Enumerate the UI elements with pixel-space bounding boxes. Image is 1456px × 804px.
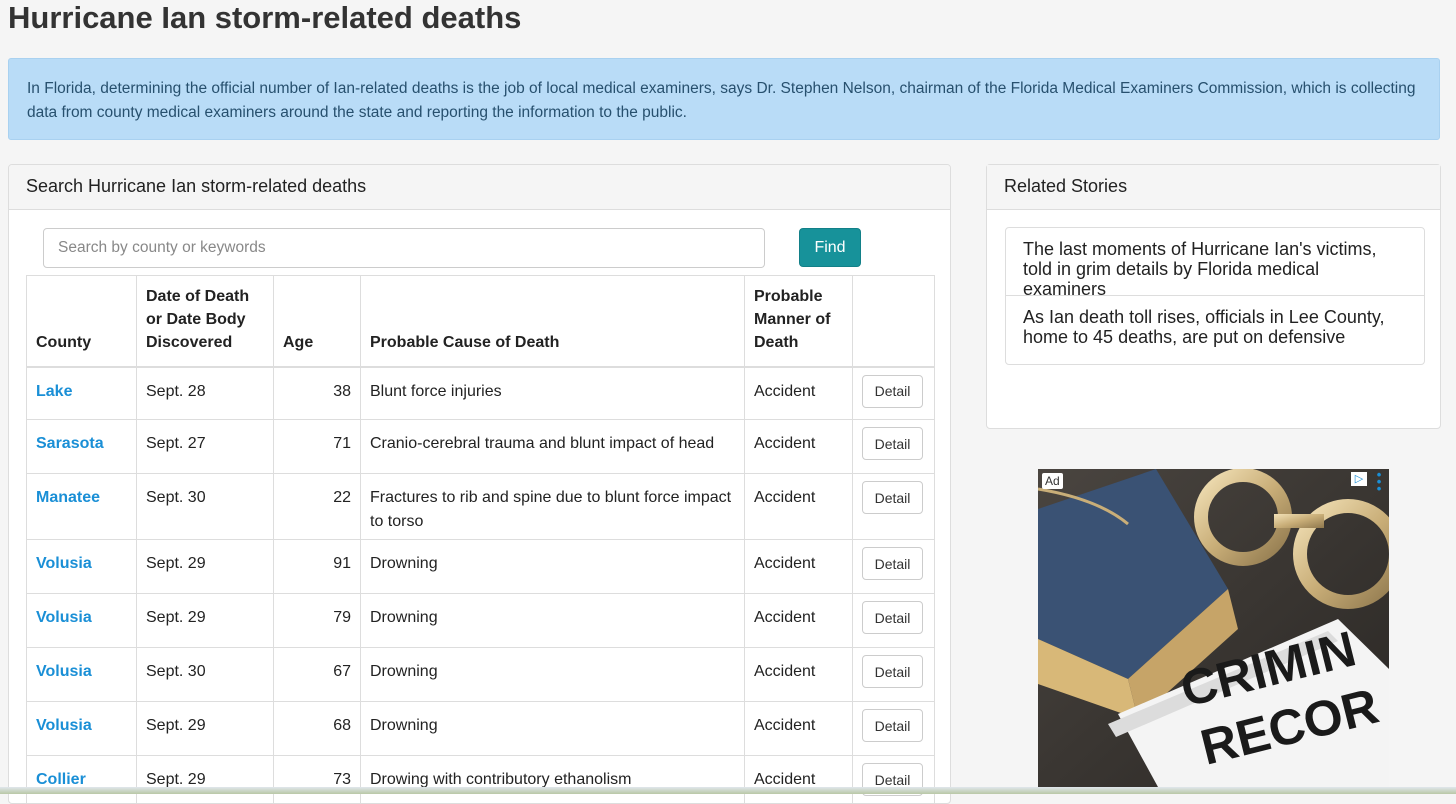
date-cell: Sept. 30 [137,474,274,540]
related-story-link[interactable]: As Ian death toll rises, officials in Le… [1006,296,1424,364]
manner-cell: Accident [745,702,853,756]
find-button[interactable]: Find [799,228,861,267]
county-link[interactable]: Manatee [36,489,100,506]
search-input[interactable] [43,228,765,268]
county-link[interactable]: Volusia [36,609,92,626]
age-cell: 71 [274,420,361,474]
search-panel: Search Hurricane Ian storm-related death… [8,164,951,804]
table-header-row: County Date of Death or Date Body Discov… [27,276,935,367]
manner-cell: Accident [745,594,853,648]
col-header-cause: Probable Cause of Death [361,276,745,367]
col-header-actions [853,276,935,367]
col-header-county: County [27,276,137,367]
manner-cell: Accident [745,367,853,420]
table-row: Lake Sept. 28 38 Blunt force injuries Ac… [27,367,935,420]
table-row: Collier Sept. 29 73 Drowing with contrib… [27,756,935,804]
date-cell: Sept. 29 [137,540,274,594]
age-cell: 73 [274,756,361,804]
table-row: Volusia Sept. 30 67 Drowning Accident De… [27,648,935,702]
detail-button[interactable]: Detail [862,375,923,408]
age-cell: 79 [274,594,361,648]
cause-cell: Drowning [361,648,745,702]
table-row: Volusia Sept. 29 91 Drowning Accident De… [27,540,935,594]
ad-image[interactable]: CRIMIN RECOR [1038,469,1389,787]
date-cell: Sept. 29 [137,702,274,756]
age-cell: 91 [274,540,361,594]
related-stories-heading: Related Stories [987,165,1440,210]
county-link[interactable]: Volusia [36,555,92,572]
detail-button[interactable]: Detail [862,601,923,634]
age-cell: 22 [274,474,361,540]
search-panel-heading: Search Hurricane Ian storm-related death… [9,165,950,210]
manner-cell: Accident [745,420,853,474]
cause-cell: Fractures to rib and spine due to blunt … [361,474,745,540]
age-cell: 38 [274,367,361,420]
detail-button[interactable]: Detail [862,481,923,514]
detail-button[interactable]: Detail [862,709,923,742]
table-row: Sarasota Sept. 27 71 Cranio-cerebral tra… [27,420,935,474]
county-link[interactable]: Sarasota [36,435,104,452]
ad-choices-icon[interactable]: ▷ [1351,472,1367,486]
table-row: Volusia Sept. 29 68 Drowning Accident De… [27,702,935,756]
county-link[interactable]: Collier [36,771,86,788]
cause-cell: Drowning [361,540,745,594]
ad-label: Ad [1042,473,1063,489]
detail-button[interactable]: Detail [862,655,923,688]
county-link[interactable]: Lake [36,383,72,400]
page-title: Hurricane Ian storm-related deaths [8,0,521,36]
date-cell: Sept. 28 [137,367,274,420]
cause-cell: Drowning [361,702,745,756]
cause-cell: Cranio-cerebral trauma and blunt impact … [361,420,745,474]
cause-cell: Drowning [361,594,745,648]
detail-button[interactable]: Detail [862,427,923,460]
county-link[interactable]: Volusia [36,717,92,734]
manner-cell: Accident [745,474,853,540]
age-cell: 68 [274,702,361,756]
county-link[interactable]: Volusia [36,663,92,680]
manner-cell: Accident [745,648,853,702]
related-stories-list: The last moments of Hurricane Ian's vict… [1005,227,1425,365]
table-row: Manatee Sept. 30 22 Fractures to rib and… [27,474,935,540]
window-bottom-edge [0,787,1456,794]
info-alert: In Florida, determining the official num… [8,58,1440,140]
cause-cell: Blunt force injuries [361,367,745,420]
advertisement[interactable]: CRIMIN RECOR Ad ▷ ••• [1038,469,1389,787]
vertical-dots-icon[interactable]: ••• [1375,471,1383,492]
col-header-age: Age [274,276,361,367]
date-cell: Sept. 29 [137,594,274,648]
related-story-link[interactable]: The last moments of Hurricane Ian's vict… [1006,228,1424,296]
age-cell: 67 [274,648,361,702]
date-cell: Sept. 29 [137,756,274,804]
table-row: Volusia Sept. 29 79 Drowning Accident De… [27,594,935,648]
date-cell: Sept. 27 [137,420,274,474]
cause-cell: Drowing with contributory ethanolism [361,756,745,804]
results-table: County Date of Death or Date Body Discov… [26,275,935,804]
related-stories-panel: Related Stories The last moments of Hurr… [986,164,1441,429]
date-cell: Sept. 30 [137,648,274,702]
manner-cell: Accident [745,540,853,594]
col-header-date: Date of Death or Date Body Discovered [137,276,274,367]
detail-button[interactable]: Detail [862,547,923,580]
col-header-manner: Probable Manner of Death [745,276,853,367]
manner-cell: Accident [745,756,853,804]
